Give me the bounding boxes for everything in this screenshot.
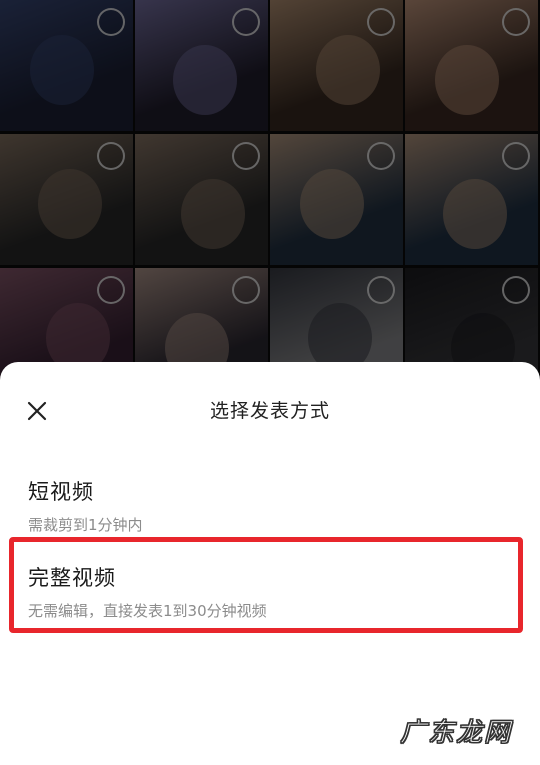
- option-label: 完整视频: [28, 566, 116, 590]
- option-description: 需裁剪到1分钟内: [28, 516, 143, 534]
- sheet-title: 选择发表方式: [209, 400, 330, 422]
- publish-mode-sheet: 选择发表方式 短视频 需裁剪到1分钟内 完整视频 无需编辑，直接发表1到30分钟…: [0, 362, 540, 765]
- short-video-option[interactable]: 短视频 需裁剪到1分钟内: [28, 476, 512, 535]
- option-description: 无需编辑，直接发表1到30分钟视频: [28, 602, 267, 620]
- option-label: 短视频: [28, 480, 94, 504]
- full-video-option[interactable]: 完整视频 无需编辑，直接发表1到30分钟视频: [28, 562, 512, 621]
- modal-overlay[interactable]: [0, 0, 540, 380]
- watermark-text: 广东龙网: [399, 718, 512, 749]
